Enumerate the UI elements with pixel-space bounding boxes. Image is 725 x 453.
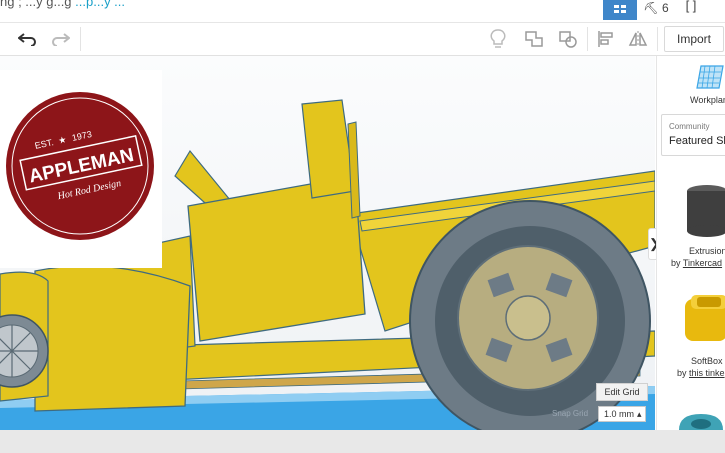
workplane-label: Workplan <box>690 95 725 105</box>
logo-badge: EST. ★ 1973 APPLEMAN Hot Rod Design <box>6 92 154 240</box>
shape-extrusion[interactable]: Extrusion by Tinkercad <box>657 176 725 276</box>
grid-view-icon <box>614 5 626 13</box>
shape-library-select[interactable]: Community Featured Sh <box>661 114 725 156</box>
edit-grid-button[interactable]: Edit Grid <box>596 383 648 401</box>
align-icon <box>598 31 613 47</box>
align-button[interactable] <box>592 23 620 55</box>
tool-count: 6 <box>661 1 669 15</box>
redo-icon <box>52 33 70 46</box>
snap-grid-select[interactable]: 1.0 mm ▴ <box>598 406 646 422</box>
front-fender <box>34 265 191 412</box>
shapes-panel: Workplan Community Featured Sh Extrusion… <box>656 56 725 430</box>
softbox-thumbnail-icon <box>685 295 725 341</box>
by-label: by <box>671 258 681 268</box>
title-link[interactable]: ...p...y ... <box>75 0 125 9</box>
shape-name: SoftBox <box>691 356 723 366</box>
author-link[interactable]: Tinkercad <box>683 258 722 268</box>
lightbulb-icon <box>490 29 506 48</box>
light-button[interactable] <box>484 23 512 55</box>
shape-group-icon <box>525 31 543 47</box>
snap-grid-value: 1.0 mm <box>604 409 635 419</box>
caret-up-icon: ▴ <box>637 408 642 419</box>
undo-button[interactable] <box>12 23 42 55</box>
workplane-canvas[interactable]: EST. ★ 1973 APPLEMAN Hot Rod Design Edit… <box>0 56 655 430</box>
title-strip: ng ; ...y g...g ...p...y ... ⛏ 6 [ ] <box>0 0 725 23</box>
shape-name: Extrusion <box>689 246 725 256</box>
import-button[interactable]: Import <box>664 26 724 52</box>
codeblocks-view-button[interactable]: [ ] <box>676 0 706 20</box>
community-label: Community <box>669 122 710 131</box>
appleman-logo: EST. ★ 1973 APPLEMAN Hot Rod Design <box>0 70 162 268</box>
by-label: by <box>677 368 687 378</box>
undo-icon <box>18 33 36 46</box>
brackets-icon: [ ] <box>685 0 697 13</box>
pick-icon: ⛏ <box>643 1 659 15</box>
workplane-tool[interactable] <box>695 64 725 94</box>
author-link[interactable]: this tinke <box>689 368 725 378</box>
mirror-icon <box>628 31 648 47</box>
seat-back <box>301 99 356 199</box>
shape-author-line: by Tinkercad <box>671 258 722 268</box>
torus-thumbnail-icon <box>679 414 723 430</box>
title-text: ng ; ...y g...g <box>0 0 72 9</box>
toolbar-divider <box>80 27 81 51</box>
group-button[interactable] <box>520 23 548 55</box>
mirror-button[interactable] <box>624 23 652 55</box>
redo-button[interactable] <box>46 23 76 55</box>
toolbar-divider <box>587 27 588 51</box>
grid-view-button[interactable] <box>603 0 637 20</box>
tools-view-button[interactable]: ⛏ 6 <box>640 0 672 20</box>
bottom-bar <box>0 430 725 453</box>
shape-next-thumbnail[interactable] <box>677 410 725 430</box>
page-title: ng ; ...y g...g ...p...y ... <box>0 0 125 9</box>
shape-author-line: by this tinke <box>677 368 725 378</box>
shape-softbox[interactable]: SoftBox by this tinke <box>657 286 725 386</box>
cab <box>187 175 366 342</box>
toolbar-divider <box>657 27 658 51</box>
extrusion-thumbnail-icon <box>687 185 725 237</box>
ungroup-button[interactable] <box>554 23 582 55</box>
toolbar: Import <box>0 23 725 56</box>
workplane-icon <box>696 65 724 89</box>
snap-grid-label: Snap Grid <box>552 409 589 418</box>
shape-ungroup-icon <box>559 31 577 48</box>
featured-label: Featured Sh <box>669 135 725 147</box>
